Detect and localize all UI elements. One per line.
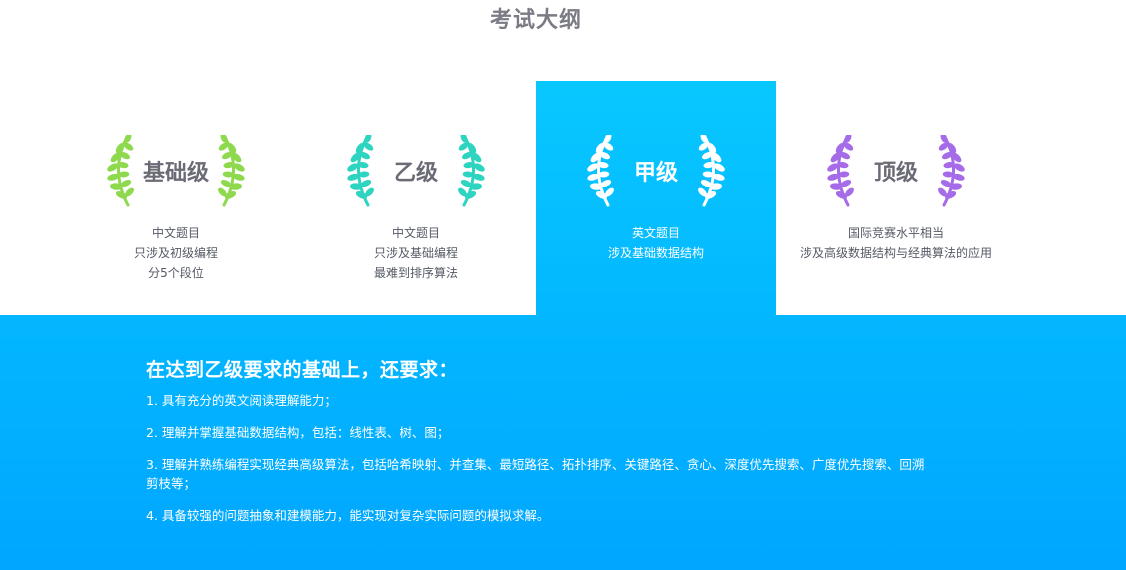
- description-line: 中文题目: [151, 226, 200, 240]
- page-title: 考试大纲: [489, 8, 582, 33]
- level-card-top[interactable]: 顶级 国际竞赛水平相当 涉及高级数据结构与经典算法的应用: [776, 81, 1016, 315]
- description-line: 分5个段位: [148, 266, 204, 280]
- level-name: 顶级: [873, 161, 918, 186]
- description-line: 涉及基础数据结构: [607, 246, 704, 260]
- level-card-b[interactable]: 乙级 中文题目 只涉及基础编程 最难到排序算法: [296, 81, 536, 315]
- description-line: 最难到排序算法: [373, 266, 458, 280]
- requirement-item: 2. 理解并掌握基础数据结构，包括：线性表、树、图；: [146, 425, 450, 440]
- description-line: 英文题目: [631, 226, 680, 240]
- level-description: 中文题目 只涉及初级编程 分5个段位: [56, 223, 296, 283]
- requirement-item: 1. 具有充分的英文阅读理解能力；: [146, 393, 337, 408]
- requirements-list: 1. 具有充分的英文阅读理解能力； 2. 理解并掌握基础数据结构，包括：线性表、…: [146, 391, 936, 538]
- level-cards: 基础级 中文题目 只涉及初级编程 分5个段位 乙级 中文题目 只涉及基础编程 最…: [56, 81, 1016, 315]
- level-name: 基础级: [142, 161, 209, 186]
- description-line: 涉及高级数据结构与经典算法的应用: [799, 246, 992, 260]
- level-card-basic[interactable]: 基础级 中文题目 只涉及初级编程 分5个段位: [56, 81, 296, 315]
- level-card-a[interactable]: 甲级 英文题目 涉及基础数据结构: [536, 81, 776, 315]
- description-line: 只涉及初级编程: [133, 246, 218, 260]
- level-description: 中文题目 只涉及基础编程 最难到排序算法: [296, 223, 536, 283]
- level-description: 国际竞赛水平相当 涉及高级数据结构与经典算法的应用: [776, 223, 1016, 263]
- description-line: 中文题目: [391, 226, 440, 240]
- description-line: 国际竞赛水平相当: [847, 226, 944, 240]
- requirements-panel: 在达到乙级要求的基础上，还要求： 1. 具有充分的英文阅读理解能力； 2. 理解…: [0, 315, 1126, 570]
- description-line: 只涉及基础编程: [373, 246, 458, 260]
- requirement-item: 4. 具备较强的问题抽象和建模能力，能实现对复杂实际问题的模拟求解。: [146, 508, 550, 523]
- requirements-heading: 在达到乙级要求的基础上，还要求：: [146, 359, 459, 381]
- level-name: 乙级: [393, 161, 438, 186]
- requirement-item: 3. 理解并熟练编程实现经典高级算法，包括哈希映射、并查集、最短路径、拓扑排序、…: [146, 457, 925, 491]
- level-name: 甲级: [633, 161, 678, 186]
- level-description: 英文题目 涉及基础数据结构: [536, 223, 776, 263]
